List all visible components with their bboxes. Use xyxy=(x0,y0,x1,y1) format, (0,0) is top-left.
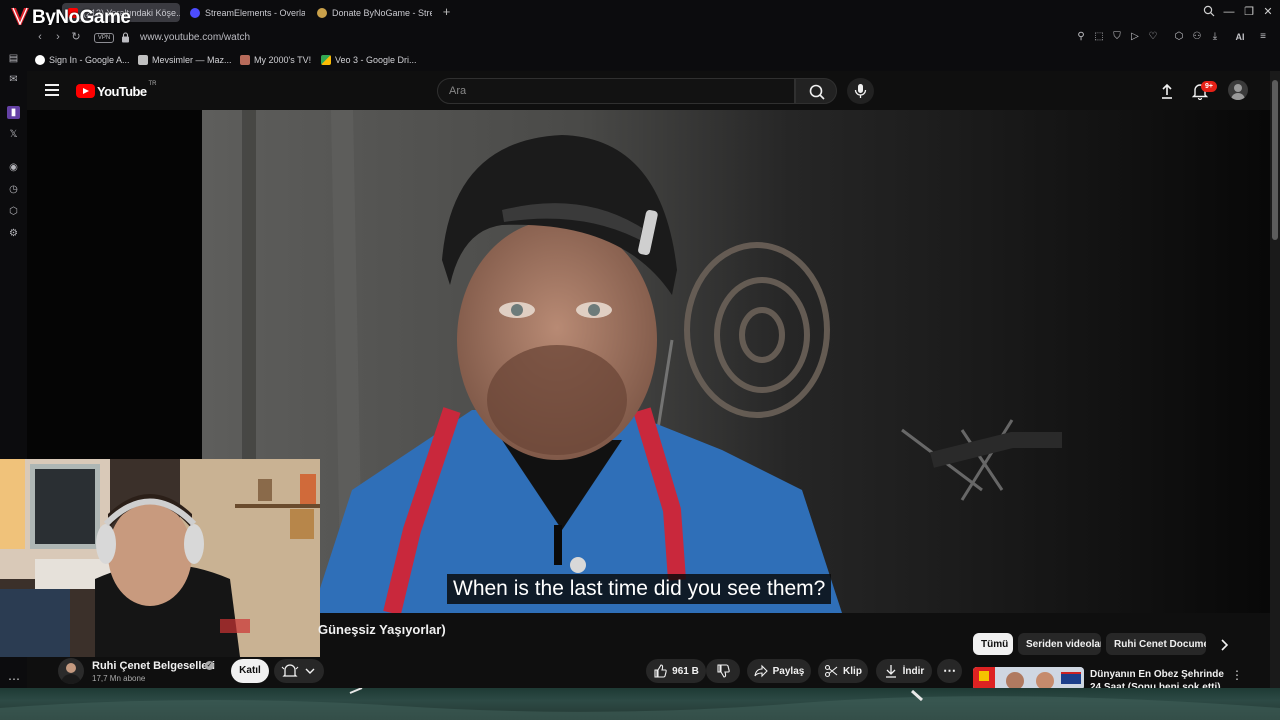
bookmark-label: Sign In - Google A... xyxy=(49,55,130,65)
scissors-icon xyxy=(824,664,838,678)
streamer-webcam xyxy=(0,459,320,657)
ai-button[interactable]: AI xyxy=(1229,31,1251,43)
video-title: Güneşsiz Yaşıyorlar) xyxy=(318,622,446,637)
google-icon xyxy=(35,55,45,65)
player-icon[interactable]: ▷ xyxy=(1129,31,1141,43)
donate-favicon-icon xyxy=(317,7,327,18)
player-sidebar-icon[interactable]: ◉ xyxy=(7,161,20,174)
x-icon[interactable]: 𝕏 xyxy=(7,128,20,141)
subscriber-count: 17,7 Mn abone xyxy=(92,674,146,683)
youtube-wordmark: YouTube xyxy=(97,83,147,99)
channel-name[interactable]: Ruhi Çenet Belgeselleri xyxy=(92,660,215,672)
snapshot-icon[interactable]: ⬚ xyxy=(1093,31,1105,43)
youtube-play-icon xyxy=(76,84,95,98)
tab-donate[interactable]: Donate ByNoGame - Strea... xyxy=(317,3,432,22)
shield-icon[interactable]: ⛉ xyxy=(1111,31,1123,43)
chevron-right-icon[interactable] xyxy=(1217,638,1231,652)
twitch-icon[interactable]: ▮ xyxy=(7,106,20,119)
extensions-icon[interactable]: ⬡ xyxy=(1173,31,1185,43)
download-arrow-icon xyxy=(885,665,896,678)
like-button[interactable]: 961 B xyxy=(646,659,706,683)
scrollbar-thumb[interactable] xyxy=(1272,80,1278,240)
settings-gear-icon[interactable]: ⚙ xyxy=(7,227,20,240)
account-icon[interactable]: ⚇ xyxy=(1191,31,1203,43)
video-subtitle: When is the last time did you see them? xyxy=(447,574,832,604)
account-avatar[interactable] xyxy=(1228,80,1248,100)
verified-check-icon: ✓ xyxy=(205,661,214,670)
recommended-thumbnail[interactable] xyxy=(973,667,1084,690)
drive-icon xyxy=(321,55,331,65)
thumbs-up-icon xyxy=(654,664,667,678)
download-button[interactable]: İndir xyxy=(876,659,932,683)
video-frame xyxy=(202,110,1270,613)
lock-icon xyxy=(122,32,129,43)
extensions-sidebar-icon[interactable]: ⬡ xyxy=(7,205,20,218)
bookmark-veo3[interactable]: Veo 3 - Google Dri... xyxy=(321,54,417,66)
restore-button[interactable]: ❐ xyxy=(1242,5,1256,19)
bookmark-favicon-icon xyxy=(240,55,250,65)
pin-icon[interactable]: ⚲ xyxy=(1075,31,1087,43)
webcam-feed xyxy=(0,459,320,657)
chip-series-videos[interactable]: Seriden videolar xyxy=(1018,633,1101,655)
search-button[interactable] xyxy=(795,78,837,104)
download-label: İndir xyxy=(902,665,925,677)
vpn-badge[interactable]: VPN xyxy=(94,33,114,43)
back-button[interactable]: ‹ xyxy=(34,31,46,44)
heart-icon[interactable]: ♡ xyxy=(1147,31,1159,43)
share-icon xyxy=(754,664,768,678)
search-box xyxy=(437,78,795,104)
microphone-icon xyxy=(854,84,867,98)
recommended-menu-icon[interactable]: ⋮ xyxy=(1231,668,1243,682)
share-label: Paylaş xyxy=(772,665,805,677)
tab-label: StreamElements - Overlay xyxy=(205,7,305,18)
more-options-icon[interactable]: ⋯ xyxy=(8,672,20,686)
reload-button[interactable]: ↻ xyxy=(70,31,82,44)
bookmark-mevsimler[interactable]: Mevsimler — Maz... xyxy=(138,54,232,66)
notifications-badge: 9+ xyxy=(1201,81,1217,92)
download-icon[interactable]: ⤓ xyxy=(1209,31,1221,43)
chip-all[interactable]: Tümü xyxy=(973,633,1013,655)
forward-button[interactable]: › xyxy=(52,31,64,44)
thumbs-down-icon xyxy=(717,664,730,678)
mail-icon[interactable]: ✉ xyxy=(7,73,20,86)
like-count: 961 B xyxy=(672,665,699,677)
region-code: TR xyxy=(148,81,157,87)
bookmark-2000s-tv[interactable]: My 2000's TV! xyxy=(240,54,311,66)
upload-icon[interactable] xyxy=(1158,82,1176,100)
hamburger-menu-icon[interactable] xyxy=(45,84,59,96)
minimize-button[interactable]: — xyxy=(1222,5,1236,19)
bell-dropdown-icon xyxy=(281,664,315,677)
url-field[interactable]: www.youtube.com/watch xyxy=(140,32,250,43)
history-icon[interactable]: ◷ xyxy=(7,183,20,196)
search-icon xyxy=(809,84,825,100)
search-input[interactable] xyxy=(438,79,794,103)
bookmark-label: Mevsimler — Maz... xyxy=(152,55,232,65)
menu-icon[interactable]: ≡ xyxy=(1257,31,1269,43)
tab-streamelements[interactable]: StreamElements - Overlay xyxy=(190,3,305,22)
subscribed-notifications-button[interactable] xyxy=(274,659,324,683)
tab-label: Donate ByNoGame - Strea... xyxy=(332,7,432,18)
bookmark-label: My 2000's TV! xyxy=(254,55,312,65)
streamelements-favicon-icon xyxy=(190,7,200,18)
notes-icon[interactable]: ▤ xyxy=(7,52,20,65)
clip-label: Klip xyxy=(843,665,862,677)
bookmark-favicon-icon xyxy=(138,55,148,65)
share-button[interactable]: Paylaş xyxy=(747,659,811,683)
more-actions-button[interactable]: ⋯ xyxy=(937,659,962,683)
search-tabs-icon[interactable] xyxy=(1202,5,1216,19)
bookmark-google-signin[interactable]: Sign In - Google A... xyxy=(35,54,130,66)
youtube-logo[interactable]: YouTube TR xyxy=(76,81,157,99)
clip-button[interactable]: Klip xyxy=(818,659,868,683)
dislike-button[interactable] xyxy=(706,659,740,683)
channel-avatar[interactable] xyxy=(58,658,84,684)
voice-search-button[interactable] xyxy=(847,78,874,104)
chip-ruhi-cenet-documentaries[interactable]: Ruhi Cenet Documen... xyxy=(1106,633,1206,655)
stream-bottom-overlay xyxy=(0,688,1280,720)
bookmark-label: Veo 3 - Google Dri... xyxy=(335,55,417,65)
close-window-button[interactable]: ✕ xyxy=(1261,5,1275,19)
join-button[interactable]: Katıl xyxy=(231,659,269,683)
new-tab-button[interactable]: + xyxy=(441,5,452,18)
